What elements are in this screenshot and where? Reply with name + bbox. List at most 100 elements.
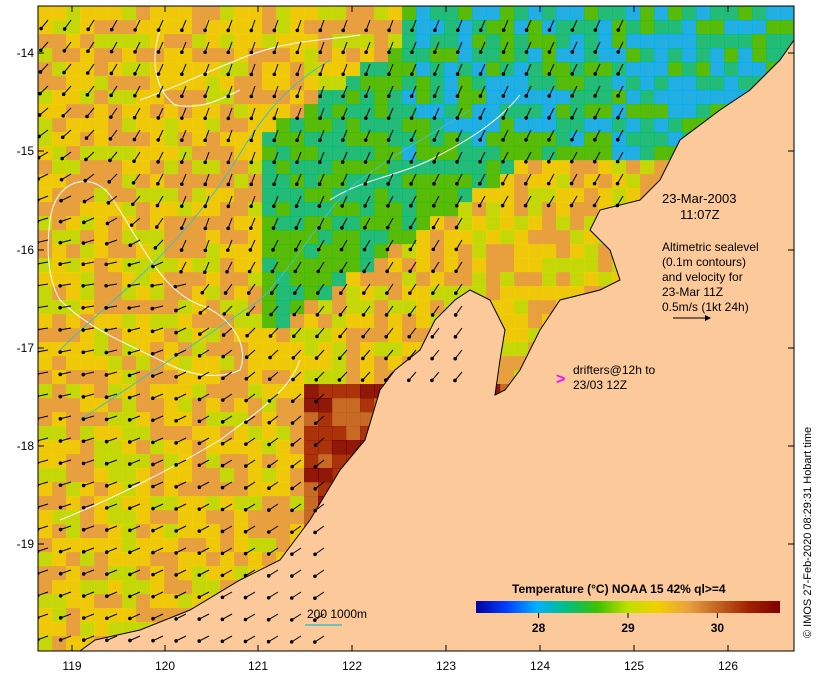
velocity-arrow-head (105, 638, 109, 643)
velocity-arrow-head (430, 356, 434, 361)
velocity-arrow-head (478, 138, 482, 142)
velocity-arrow-head (267, 486, 271, 491)
velocity-arrow-head (220, 639, 225, 644)
velocity-arrow-head (61, 113, 66, 118)
velocity-arrow-head (246, 312, 250, 317)
velocity-arrow-head (362, 269, 366, 274)
velocity-arrow-head (81, 550, 86, 554)
velocity-arrow-head (226, 204, 231, 209)
velocity-arrow-head (341, 116, 345, 121)
velocity-arrow-head (58, 461, 63, 465)
velocity-arrow-head (271, 226, 276, 230)
velocity-arrow-head (269, 312, 273, 317)
colorbar-title: Temperature (°C) NOAA 15 42% ql>=4 (512, 582, 726, 596)
velocity-arrow-head (363, 225, 367, 230)
velocity-arrow-head (431, 225, 436, 230)
velocity-arrow-head (455, 160, 459, 164)
velocity-arrow-head (266, 595, 271, 600)
velocity-arrow-head (384, 313, 389, 317)
velocity-arrow-head (409, 94, 414, 98)
velocity-arrow-head (272, 160, 276, 165)
velocity-arrow-head (220, 529, 225, 534)
velocity-arrow-head (105, 221, 110, 226)
colorbar-tick-label: 30 (711, 621, 725, 635)
velocity-arrow-head (431, 247, 436, 252)
velocity-arrow-head (220, 463, 225, 468)
velocity-arrow-head (570, 28, 575, 32)
isobath-legend-label: 200 1000m (307, 607, 367, 621)
velocity-arrow-head (314, 356, 319, 360)
velocity-arrow-head (226, 28, 231, 33)
velocity-arrow-head (58, 394, 63, 399)
velocity-arrow-head (547, 159, 551, 164)
velocity-arrow-head (408, 291, 412, 295)
velocity-arrow-head (501, 72, 506, 76)
sealevel-legend-line: 23-Mar 11Z (662, 285, 723, 299)
velocity-arrow-head (174, 595, 178, 599)
velocity-arrow-head (58, 416, 63, 421)
velocity-arrow-head (362, 291, 366, 295)
velocity-arrow-head (316, 269, 321, 274)
velocity-arrow-head (409, 116, 414, 120)
velocity-arrow-head (432, 116, 437, 120)
velocity-arrow-head (478, 160, 482, 164)
velocity-arrow-head (197, 397, 202, 402)
velocity-arrow-head (203, 50, 207, 55)
velocity-arrow-head (38, 70, 43, 74)
velocity-arrow-head (39, 26, 43, 31)
lat-tick-label: -16 (17, 243, 35, 257)
velocity-arrow-head (386, 116, 391, 120)
velocity-arrow-head (128, 594, 132, 599)
velocity-arrow-head (501, 159, 505, 164)
velocity-arrow-head (249, 116, 254, 121)
velocity-arrow-head (340, 182, 345, 186)
velocity-arrow-head (81, 439, 86, 444)
velocity-arrow-head (104, 506, 109, 510)
velocity-arrow-head (128, 528, 132, 533)
velocity-arrow-head (478, 72, 483, 76)
velocity-arrow-head (226, 72, 231, 77)
velocity-arrow-head (151, 440, 155, 445)
velocity-arrow-head (104, 395, 109, 399)
lat-tick-label: -19 (17, 537, 35, 551)
velocity-arrow-head (244, 442, 248, 446)
velocity-arrow-head (128, 616, 132, 621)
velocity-arrow-head (62, 27, 67, 31)
velocity-arrow-head (155, 203, 160, 208)
velocity-arrow-head (85, 93, 90, 97)
velocity-arrow-head (104, 262, 109, 267)
velocity-arrow-head (546, 203, 551, 208)
velocity-arrow-head (340, 204, 345, 208)
velocity-arrow-head (81, 483, 86, 488)
lon-tick-label: 122 (342, 659, 362, 673)
velocity-arrow-head (593, 94, 597, 98)
velocity-arrow-head (289, 640, 294, 644)
velocity-arrow-head (81, 417, 86, 421)
velocity-arrow-head (81, 505, 86, 510)
velocity-arrow-head (295, 116, 299, 121)
velocity-arrow-head (82, 220, 86, 225)
velocity-arrow-head (127, 440, 132, 444)
velocity-arrow-head (244, 377, 249, 381)
velocity-arrow-head (150, 306, 155, 311)
velocity-arrow-head (133, 28, 137, 32)
velocity-arrow-head (200, 290, 205, 295)
velocity-arrow-head (105, 572, 109, 576)
velocity-arrow-head (226, 138, 231, 143)
velocity-arrow-head (180, 116, 184, 120)
velocity-arrow-head (615, 203, 620, 208)
velocity-arrow-head (592, 159, 597, 164)
velocity-arrow-head (180, 182, 184, 186)
velocity-arrow-head (593, 72, 598, 76)
velocity-arrow-head (220, 398, 225, 402)
velocity-arrow-head (272, 138, 277, 143)
velocity-arrow-head (58, 328, 62, 332)
velocity-arrow-head (615, 159, 620, 164)
velocity-arrow-head (150, 351, 155, 356)
velocity-arrow-head (174, 308, 178, 313)
velocity-arrow-head (408, 225, 413, 230)
velocity-arrow-head (292, 312, 297, 317)
sealevel-legend-line: (0.1m contours) (662, 255, 746, 269)
velocity-arrow-head (225, 269, 229, 274)
velocity-arrow-head (454, 291, 458, 295)
